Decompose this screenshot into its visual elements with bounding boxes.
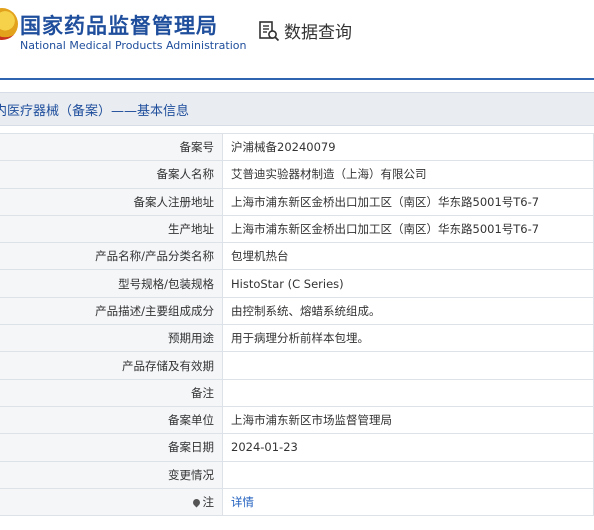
field-value bbox=[222, 378, 594, 407]
field-label: 变更情况 bbox=[0, 460, 223, 489]
table-row: 生产地址 上海市浦东新区金桥出口加工区（南区）华东路5001号T6-7 bbox=[0, 214, 594, 244]
table-row: 产品描述/主要组成成分 由控制系统、熔蜡系统组成。 bbox=[0, 296, 594, 326]
site-header: 国家药品监督管理局 National Medical Products Admi… bbox=[0, 0, 594, 80]
table-row: 产品存储及有效期 bbox=[0, 351, 594, 380]
field-label-note: 注 bbox=[0, 487, 223, 517]
field-label: 生产地址 bbox=[0, 214, 223, 244]
field-value: 艾普迪实验器材制造（上海）有限公司 bbox=[222, 160, 594, 189]
site-name-cn[interactable]: 国家药品监督管理局 bbox=[20, 10, 218, 40]
table-row-note: 注 详情 bbox=[0, 487, 594, 517]
table-row: 产品名称/产品分类名称 包埋机热台 bbox=[0, 242, 594, 271]
field-label: 产品名称/产品分类名称 bbox=[0, 242, 223, 271]
section-title-bar: 内医疗器械（备案）——基本信息 bbox=[0, 92, 594, 126]
table-row: 备案人名称 艾普迪实验器材制造（上海）有限公司 bbox=[0, 160, 594, 189]
field-value bbox=[222, 460, 594, 489]
field-value bbox=[222, 351, 594, 380]
field-label: 备注 bbox=[0, 378, 223, 407]
data-query-button[interactable]: 数据查询 bbox=[258, 18, 352, 43]
field-value: 由控制系统、熔蜡系统组成。 bbox=[222, 296, 594, 326]
table-row: 备案单位 上海市浦东新区市场监督管理局 bbox=[0, 405, 594, 435]
record-detail-table: 备案号 沪浦械备20240079 备案人名称 艾普迪实验器材制造（上海）有限公司 备案人… bbox=[0, 132, 594, 517]
table-row: 预期用途 用于病理分析前样本包埋。 bbox=[0, 324, 594, 353]
field-label: 产品存储及有效期 bbox=[0, 351, 223, 380]
field-label: 备案人名称 bbox=[0, 160, 223, 189]
field-value: 沪浦械备20240079 bbox=[222, 132, 594, 162]
field-value: 上海市浦东新区市场监督管理局 bbox=[222, 405, 594, 435]
field-value: 2024-01-23 bbox=[222, 433, 594, 462]
field-value: 用于病理分析前样本包埋。 bbox=[222, 324, 594, 353]
table-row: 变更情况 bbox=[0, 460, 594, 489]
data-query-label: 数据查询 bbox=[284, 23, 352, 43]
field-label: 备案号 bbox=[0, 132, 223, 162]
details-link[interactable]: 详情 bbox=[231, 495, 254, 509]
table-row: 备案号 沪浦械备20240079 bbox=[0, 132, 594, 162]
section-title: 内医疗器械（备案）——基本信息 bbox=[0, 104, 190, 119]
table-row: 型号规格/包装规格 HistoStar (C Series) bbox=[0, 269, 594, 298]
field-label: 备案日期 bbox=[0, 433, 223, 462]
nmpa-emblem-icon bbox=[0, 8, 18, 40]
field-value-note: 详情 bbox=[222, 487, 594, 517]
pin-icon bbox=[191, 497, 201, 508]
table-row: 备注 bbox=[0, 378, 594, 407]
field-value: HistoStar (C Series) bbox=[222, 269, 594, 298]
field-label: 产品描述/主要组成成分 bbox=[0, 296, 223, 326]
search-document-icon bbox=[259, 20, 280, 41]
field-value: 上海市浦东新区金桥出口加工区（南区）华东路5001号T6-7 bbox=[222, 187, 594, 216]
field-label: 预期用途 bbox=[0, 324, 223, 353]
field-label: 备案单位 bbox=[0, 405, 223, 435]
field-value: 包埋机热台 bbox=[222, 242, 594, 271]
table-row: 备案日期 2024-01-23 bbox=[0, 433, 594, 462]
site-name-en[interactable]: National Medical Products Administration bbox=[20, 39, 246, 52]
field-label: 备案人注册地址 bbox=[0, 187, 223, 216]
table-row: 备案人注册地址 上海市浦东新区金桥出口加工区（南区）华东路5001号T6-7 bbox=[0, 187, 594, 216]
field-value: 上海市浦东新区金桥出口加工区（南区）华东路5001号T6-7 bbox=[222, 214, 594, 244]
note-label: 注 bbox=[202, 495, 215, 509]
field-label: 型号规格/包装规格 bbox=[0, 269, 223, 298]
